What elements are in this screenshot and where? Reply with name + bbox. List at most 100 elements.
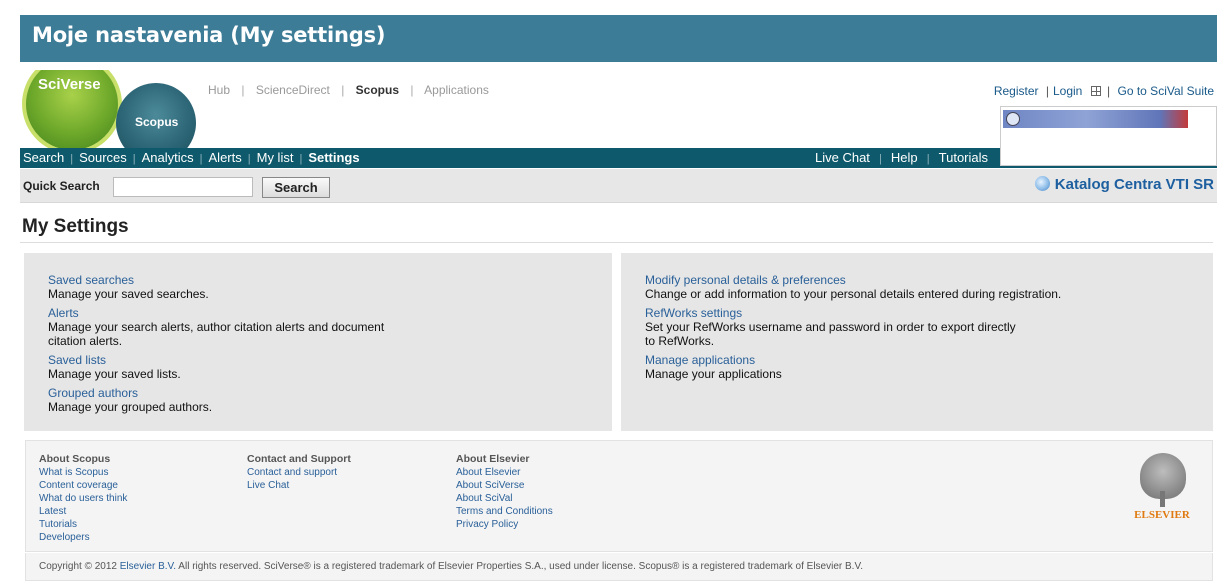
- copyright-prefix: Copyright © 2012: [39, 561, 120, 572]
- settings-panel-left: Saved searches Manage your saved searche…: [24, 253, 612, 431]
- refworks-desc: Set your RefWorks username and password …: [645, 320, 1016, 334]
- settings-item-saved-lists: Saved lists Manage your saved lists.: [48, 353, 588, 381]
- footer-link[interactable]: Terms and Conditions: [456, 505, 553, 518]
- settings-panel-right: Modify personal details & preferences Ch…: [621, 253, 1213, 431]
- hub-nav: Hub | ScienceDirect | Scopus | Applicati…: [208, 83, 489, 97]
- alerts-desc: Manage your search alerts, author citati…: [48, 320, 385, 334]
- scopus-logo-text: Scopus: [135, 115, 179, 129]
- sciverse-logo-text: SciVerse: [38, 76, 101, 93]
- footer-col-about-elsevier: About Elsevier About Elsevier About SciV…: [456, 453, 553, 531]
- catalog-link-text: Katalog Centra VTI SR: [1054, 176, 1214, 193]
- nav-tutorials[interactable]: Tutorials: [939, 150, 988, 165]
- footer-heading: Contact and Support: [247, 453, 351, 465]
- title-banner: Moje nastavenia (My settings): [20, 15, 1217, 62]
- grouped-authors-link[interactable]: Grouped authors: [48, 386, 588, 400]
- page-title: My Settings: [22, 216, 129, 237]
- nav-my-list[interactable]: My list: [257, 150, 294, 165]
- alerts-desc-cont: citation alerts.: [48, 334, 123, 348]
- manage-applications-link[interactable]: Manage applications: [645, 353, 1189, 367]
- grouped-authors-desc: Manage your grouped authors.: [48, 400, 213, 414]
- saved-searches-link[interactable]: Saved searches: [48, 273, 588, 287]
- institution-logo: [1003, 110, 1188, 128]
- saved-lists-desc: Manage your saved lists.: [48, 367, 181, 381]
- elsevier-logo-text: ELSEVIER: [1134, 509, 1190, 521]
- elsevier-bv-link[interactable]: Elsevier B.V.: [120, 561, 176, 572]
- copyright: Copyright © 2012 Elsevier B.V. All right…: [25, 553, 1213, 581]
- separator: |: [132, 153, 136, 165]
- institution-seal-icon: [1006, 112, 1020, 126]
- footer-link[interactable]: What is Scopus: [39, 466, 127, 479]
- separator: |: [410, 83, 414, 97]
- refworks-link[interactable]: RefWorks settings: [645, 306, 1189, 320]
- settings-item-grouped-authors: Grouped authors Manage your grouped auth…: [48, 386, 588, 414]
- login-link[interactable]: Login: [1053, 84, 1082, 98]
- separator: |: [923, 153, 933, 165]
- separator: |: [299, 153, 303, 165]
- footer-link[interactable]: What do users think: [39, 492, 127, 505]
- separator: |: [247, 153, 251, 165]
- personal-details-link[interactable]: Modify personal details & preferences: [645, 273, 1189, 287]
- footer-link[interactable]: Developers: [39, 531, 127, 544]
- footer-link[interactable]: Privacy Policy: [456, 518, 553, 531]
- settings-item-applications: Manage applications Manage your applicat…: [645, 353, 1189, 381]
- refworks-desc-cont: to RefWorks.: [645, 334, 715, 348]
- account-links: Register | Login | Go to SciVal Suite: [994, 84, 1214, 98]
- sciverse-logo[interactable]: SciVerse: [22, 70, 122, 148]
- nav-help[interactable]: Help: [891, 150, 918, 165]
- nav-settings[interactable]: Settings: [308, 150, 359, 165]
- nav-right: Live Chat | Help | Tutorials: [815, 148, 988, 169]
- settings-item-refworks: RefWorks settings Set your RefWorks user…: [645, 306, 1189, 348]
- footer-link[interactable]: Contact and support: [247, 466, 351, 479]
- footer-col-contact: Contact and Support Contact and support …: [247, 453, 351, 492]
- apps-grid-icon[interactable]: [1091, 86, 1102, 96]
- quick-search-label: Quick Search: [23, 179, 100, 193]
- personal-details-desc: Change or add information to your person…: [645, 287, 1062, 301]
- quick-search-button[interactable]: Search: [262, 177, 330, 198]
- separator: |: [70, 153, 74, 165]
- settings-item-saved-searches: Saved searches Manage your saved searche…: [48, 273, 588, 301]
- footer-link[interactable]: About SciVerse: [456, 479, 553, 492]
- alerts-link[interactable]: Alerts: [48, 306, 588, 320]
- footer-col-about-scopus: About Scopus What is Scopus Content cove…: [39, 453, 127, 544]
- quick-search-input[interactable]: [113, 177, 253, 197]
- quick-search-bar: Quick Search Search Katalog Centra VTI S…: [20, 169, 1217, 203]
- settings-item-alerts: Alerts Manage your search alerts, author…: [48, 306, 588, 348]
- separator: |: [199, 153, 203, 165]
- nav-sources[interactable]: Sources: [79, 150, 127, 165]
- scopus-logo[interactable]: Scopus: [116, 83, 196, 148]
- footer-heading: About Elsevier: [456, 453, 530, 465]
- saved-searches-desc: Manage your saved searches.: [48, 287, 209, 301]
- nav-alerts[interactable]: Alerts: [209, 150, 242, 165]
- footer-link[interactable]: About SciVal: [456, 492, 553, 505]
- footer-link[interactable]: Latest: [39, 505, 127, 518]
- footer-link[interactable]: Live Chat: [247, 479, 351, 492]
- elsevier-tree-trunk: [1160, 491, 1165, 507]
- elsevier-logo[interactable]: ELSEVIER: [1130, 451, 1194, 525]
- footer: About Scopus What is Scopus Content cove…: [25, 440, 1213, 552]
- catalog-icon: [1034, 176, 1050, 191]
- footer-link[interactable]: About Elsevier: [456, 466, 553, 479]
- nav-analytics[interactable]: Analytics: [142, 150, 194, 165]
- separator: |: [241, 83, 245, 97]
- institution-logo-box: [1000, 106, 1217, 166]
- catalog-link[interactable]: Katalog Centra VTI SR: [1034, 176, 1214, 193]
- footer-heading: About Scopus: [39, 453, 111, 465]
- applications-link[interactable]: Applications: [424, 83, 489, 97]
- separator: |: [1045, 84, 1049, 98]
- banner-title: Moje nastavenia (My settings): [32, 23, 386, 47]
- sciencedirect-link[interactable]: ScienceDirect: [256, 83, 330, 97]
- register-link[interactable]: Register: [994, 84, 1039, 98]
- hub-link[interactable]: Hub: [208, 83, 230, 97]
- nav-live-chat[interactable]: Live Chat: [815, 150, 870, 165]
- settings-item-personal-details: Modify personal details & preferences Ch…: [645, 273, 1189, 301]
- separator: |: [875, 153, 885, 165]
- copyright-suffix: All rights reserved. SciVerse® is a regi…: [176, 561, 863, 572]
- separator: |: [1107, 84, 1111, 98]
- scopus-link[interactable]: Scopus: [356, 83, 399, 97]
- footer-link[interactable]: Content coverage: [39, 479, 127, 492]
- nav-search[interactable]: Search: [23, 150, 64, 165]
- footer-link[interactable]: Tutorials: [39, 518, 127, 531]
- separator: |: [341, 83, 345, 97]
- saved-lists-link[interactable]: Saved lists: [48, 353, 588, 367]
- scival-link[interactable]: Go to SciVal Suite: [1118, 84, 1215, 98]
